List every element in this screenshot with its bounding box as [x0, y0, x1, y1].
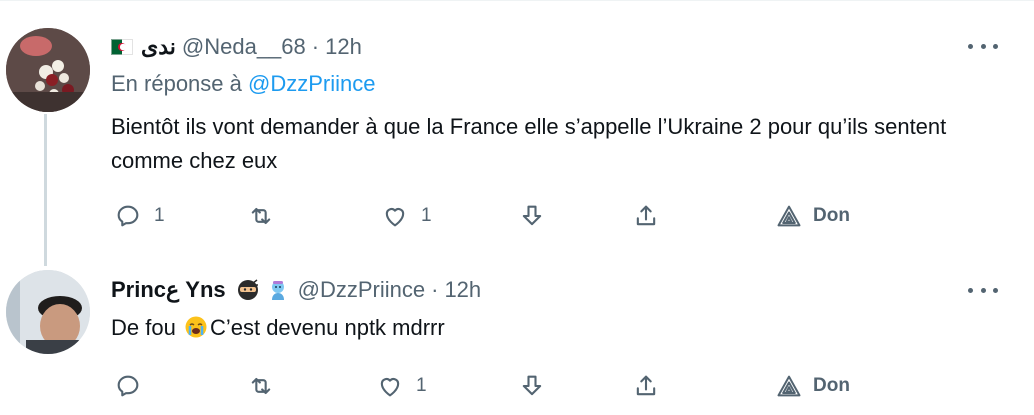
dot-separator: ·: [311, 34, 320, 59]
avatar[interactable]: [6, 270, 90, 354]
arrow-down-icon: [522, 375, 542, 396]
tweet-text: De fou C’est devenu nptk mdrrr: [111, 313, 445, 343]
share-icon: [636, 205, 656, 226]
retweet-button[interactable]: [247, 201, 287, 231]
donate-button[interactable]: Don: [775, 201, 850, 231]
tweet-header: Princع Yns @DzzPriince · 12h: [111, 275, 481, 305]
comment-icon: [117, 205, 139, 227]
tweet-text-start: De fou: [111, 315, 176, 340]
share-icon: [636, 375, 656, 396]
retweet-icon: [251, 207, 271, 225]
downvote-button[interactable]: [518, 371, 546, 401]
like-button[interactable]: 1: [381, 201, 432, 231]
arrow-down-icon: [522, 205, 542, 226]
timestamp[interactable]: 12h: [444, 277, 481, 303]
donate-label: Don: [813, 375, 850, 396]
display-name[interactable]: ندى: [141, 34, 176, 60]
loudly-crying-face-emoji: [185, 316, 207, 338]
dot-separator: ·: [431, 277, 439, 302]
reply-button[interactable]: [114, 371, 154, 401]
heart-icon: [380, 378, 400, 397]
more-options-icon[interactable]: [968, 36, 998, 56]
like-count: 1: [416, 375, 427, 396]
more-options-icon[interactable]: [968, 280, 998, 300]
reply-handle-link[interactable]: @DzzPriince: [248, 71, 375, 96]
reply-button[interactable]: 1: [114, 201, 165, 231]
retweet-icon: [251, 377, 271, 395]
algeria-flag-icon: [111, 39, 133, 55]
tweet-text-end: C’est devenu nptk mdrrr: [209, 315, 445, 340]
display-name[interactable]: Princع Yns: [111, 277, 226, 303]
like-count: 1: [421, 205, 432, 226]
heart-icon: [385, 208, 405, 227]
genie-emoji: [271, 281, 284, 300]
tweet-header: ندى @Neda__68 · 12h: [111, 32, 362, 62]
user-handle[interactable]: @DzzPriince: [298, 277, 425, 303]
donate-triangle-icon: [777, 375, 801, 397]
ninja-emoji: [237, 279, 258, 300]
share-button[interactable]: [632, 201, 660, 231]
timestamp[interactable]: 12h: [325, 34, 362, 60]
comment-icon: [117, 375, 139, 397]
avatar[interactable]: [6, 28, 90, 112]
donate-label: Don: [813, 205, 850, 226]
downvote-button[interactable]: [518, 201, 546, 231]
donate-triangle-icon: [777, 205, 801, 227]
donate-button[interactable]: Don: [775, 371, 850, 401]
reply-context: En réponse à @DzzPriince: [111, 71, 375, 97]
reply-prefix: En réponse à: [111, 71, 242, 96]
share-button[interactable]: [632, 371, 660, 401]
thread-connector: [44, 114, 47, 266]
tweet-text: Bientôt ils vont demander à que la Franc…: [111, 114, 947, 173]
user-handle[interactable]: @Neda__68: [182, 34, 306, 60]
top-divider: [0, 0, 1034, 1]
like-button[interactable]: 1: [376, 371, 427, 401]
reply-count: 1: [154, 205, 165, 226]
retweet-button[interactable]: [247, 371, 287, 401]
